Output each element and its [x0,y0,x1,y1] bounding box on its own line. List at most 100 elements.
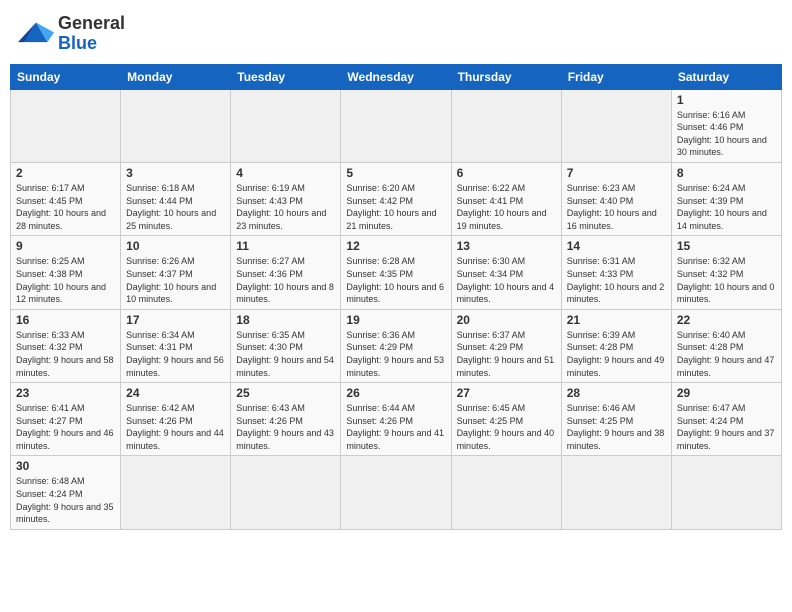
day-number: 4 [236,166,335,180]
day-cell: 28 Sunrise: 6:46 AM Sunset: 4:25 PM Dayli… [561,383,671,456]
day-number: 28 [567,386,666,400]
day-info: Sunrise: 6:40 AM Sunset: 4:28 PM Dayligh… [677,329,776,379]
day-cell: 4 Sunrise: 6:19 AM Sunset: 4:43 PM Daylig… [231,162,341,235]
day-number: 9 [16,239,115,253]
day-cell: 1 Sunrise: 6:16 AM Sunset: 4:46 PM Daylig… [671,89,781,162]
day-cell: 21Sunrise: 6:39 AM Sunset: 4:28 PM Dayli… [561,309,671,382]
day-cell: 27 Sunrise: 6:45 AM Sunset: 4:25 PM Dayli… [451,383,561,456]
day-cell [451,456,561,529]
logo: General Blue [18,14,125,54]
day-number: 18 [236,313,335,327]
day-number: 11 [236,239,335,253]
day-info: Sunrise: 6:19 AM Sunset: 4:43 PM Dayligh… [236,182,335,232]
day-number: 26 [346,386,445,400]
week-row-5: 30Sunrise: 6:48 AM Sunset: 4:24 PM Dayli… [11,456,782,529]
day-number: 2 [16,166,115,180]
day-info: Sunrise: 6:47 AM Sunset: 4:24 PM Dayligh… [677,402,776,452]
day-number: 19 [346,313,445,327]
day-cell: 17Sunrise: 6:34 AM Sunset: 4:31 PM Dayli… [121,309,231,382]
day-info: Sunrise: 6:16 AM Sunset: 4:46 PM Dayligh… [677,109,776,159]
day-cell: 18Sunrise: 6:35 AM Sunset: 4:30 PM Dayli… [231,309,341,382]
day-cell: 19 Sunrise: 6:36 AM Sunset: 4:29 PM Dayli… [341,309,451,382]
day-info: Sunrise: 6:37 AM Sunset: 4:29 PM Dayligh… [457,329,556,379]
weekday-friday: Friday [561,64,671,89]
day-cell [341,89,451,162]
day-info: Sunrise: 6:17 AM Sunset: 4:45 PM Dayligh… [16,182,115,232]
day-cell [231,89,341,162]
day-cell: 16 Sunrise: 6:33 AM Sunset: 4:32 PM Dayli… [11,309,121,382]
day-cell: 2 Sunrise: 6:17 AM Sunset: 4:45 PM Daylig… [11,162,121,235]
day-info: Sunrise: 6:48 AM Sunset: 4:24 PM Dayligh… [16,475,115,525]
day-info: Sunrise: 6:25 AM Sunset: 4:38 PM Dayligh… [16,255,115,305]
day-number: 29 [677,386,776,400]
weekday-saturday: Saturday [671,64,781,89]
week-row-1: 2 Sunrise: 6:17 AM Sunset: 4:45 PM Daylig… [11,162,782,235]
day-info: Sunrise: 6:44 AM Sunset: 4:26 PM Dayligh… [346,402,445,452]
day-info: Sunrise: 6:32 AM Sunset: 4:32 PM Dayligh… [677,255,776,305]
day-info: Sunrise: 6:24 AM Sunset: 4:39 PM Dayligh… [677,182,776,232]
day-info: Sunrise: 6:39 AM Sunset: 4:28 PM Dayligh… [567,329,666,379]
day-info: Sunrise: 6:22 AM Sunset: 4:41 PM Dayligh… [457,182,556,232]
day-cell: 30Sunrise: 6:48 AM Sunset: 4:24 PM Dayli… [11,456,121,529]
day-cell: 25 Sunrise: 6:43 AM Sunset: 4:26 PM Dayli… [231,383,341,456]
week-row-2: 9 Sunrise: 6:25 AM Sunset: 4:38 PM Daylig… [11,236,782,309]
day-cell [341,456,451,529]
day-info: Sunrise: 6:46 AM Sunset: 4:25 PM Dayligh… [567,402,666,452]
day-cell [121,89,231,162]
weekday-monday: Monday [121,64,231,89]
day-info: Sunrise: 6:45 AM Sunset: 4:25 PM Dayligh… [457,402,556,452]
day-number: 10 [126,239,225,253]
day-cell: 13 Sunrise: 6:30 AM Sunset: 4:34 PM Dayli… [451,236,561,309]
day-info: Sunrise: 6:18 AM Sunset: 4:44 PM Dayligh… [126,182,225,232]
day-number: 7 [567,166,666,180]
day-cell: 12Sunrise: 6:28 AM Sunset: 4:35 PM Dayli… [341,236,451,309]
day-cell [11,89,121,162]
day-info: Sunrise: 6:31 AM Sunset: 4:33 PM Dayligh… [567,255,666,305]
day-number: 16 [16,313,115,327]
logo-blue: Blue [58,33,97,53]
day-cell: 24 Sunrise: 6:42 AM Sunset: 4:26 PM Dayli… [121,383,231,456]
weekday-sunday: Sunday [11,64,121,89]
logo-icon [18,19,54,49]
day-info: Sunrise: 6:42 AM Sunset: 4:26 PM Dayligh… [126,402,225,452]
day-number: 13 [457,239,556,253]
day-info: Sunrise: 6:36 AM Sunset: 4:29 PM Dayligh… [346,329,445,379]
calendar: SundayMondayTuesdayWednesdayThursdayFrid… [10,64,782,530]
day-info: Sunrise: 6:23 AM Sunset: 4:40 PM Dayligh… [567,182,666,232]
day-cell [561,456,671,529]
day-info: Sunrise: 6:26 AM Sunset: 4:37 PM Dayligh… [126,255,225,305]
day-cell: 9 Sunrise: 6:25 AM Sunset: 4:38 PM Daylig… [11,236,121,309]
day-cell: 7 Sunrise: 6:23 AM Sunset: 4:40 PM Daylig… [561,162,671,235]
day-info: Sunrise: 6:30 AM Sunset: 4:34 PM Dayligh… [457,255,556,305]
weekday-wednesday: Wednesday [341,64,451,89]
week-row-3: 16 Sunrise: 6:33 AM Sunset: 4:32 PM Dayli… [11,309,782,382]
day-info: Sunrise: 6:33 AM Sunset: 4:32 PM Dayligh… [16,329,115,379]
day-number: 24 [126,386,225,400]
day-cell: 22Sunrise: 6:40 AM Sunset: 4:28 PM Dayli… [671,309,781,382]
day-info: Sunrise: 6:43 AM Sunset: 4:26 PM Dayligh… [236,402,335,452]
day-number: 25 [236,386,335,400]
day-cell [451,89,561,162]
day-number: 3 [126,166,225,180]
day-cell: 23 Sunrise: 6:41 AM Sunset: 4:27 PM Dayli… [11,383,121,456]
weekday-thursday: Thursday [451,64,561,89]
day-cell [561,89,671,162]
day-info: Sunrise: 6:20 AM Sunset: 4:42 PM Dayligh… [346,182,445,232]
logo-general: General [58,13,125,33]
day-info: Sunrise: 6:41 AM Sunset: 4:27 PM Dayligh… [16,402,115,452]
day-cell [231,456,341,529]
day-info: Sunrise: 6:28 AM Sunset: 4:35 PM Dayligh… [346,255,445,305]
day-number: 20 [457,313,556,327]
week-row-4: 23 Sunrise: 6:41 AM Sunset: 4:27 PM Dayli… [11,383,782,456]
day-cell [671,456,781,529]
day-number: 27 [457,386,556,400]
day-number: 23 [16,386,115,400]
page: General Blue SundayMondayTuesdayWednesda… [0,0,792,612]
day-number: 15 [677,239,776,253]
weekday-tuesday: Tuesday [231,64,341,89]
logo-text: General Blue [58,14,125,54]
day-cell: 15 Sunrise: 6:32 AM Sunset: 4:32 PM Dayli… [671,236,781,309]
day-number: 1 [677,93,776,107]
day-cell: 10 Sunrise: 6:26 AM Sunset: 4:37 PM Dayli… [121,236,231,309]
day-cell [121,456,231,529]
